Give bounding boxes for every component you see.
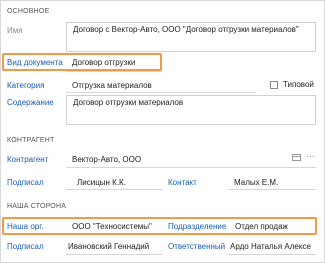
responsible-underline (228, 254, 316, 255)
our-signed-value[interactable]: Ивановский Геннадий (68, 242, 149, 251)
more-icon[interactable]: ··· (306, 151, 315, 161)
cp-signed-underline (66, 189, 162, 190)
category-label[interactable]: Категория (7, 81, 44, 90)
division-value[interactable]: Отдел продаж (235, 222, 288, 231)
responsible-value[interactable]: Ардо Наталья Алексе (230, 242, 311, 251)
doc-type-value[interactable]: Договор отгрузки (72, 58, 135, 67)
section-counterparty-title: КОНТРАГЕНТ (7, 137, 55, 144)
our-org-value[interactable]: ООО "Техносистемы" (72, 222, 152, 231)
contact-value[interactable]: Малых Е.М. (234, 178, 278, 187)
name-label: Имя (7, 26, 23, 35)
content-field-value: Договор отгрузки материалов (73, 98, 184, 107)
content-field[interactable]: Договор отгрузки материалов (66, 95, 316, 125)
typical-checkbox[interactable] (270, 81, 278, 89)
our-signed-underline (66, 254, 162, 255)
our-signed-label[interactable]: Подписал (7, 242, 44, 251)
our-org-label[interactable]: Наша орг. (7, 222, 43, 231)
contact-underline (228, 189, 316, 190)
counterparty-underline (66, 167, 316, 168)
doc-type-underline (66, 71, 162, 72)
section-our-side-title: НАША СТОРОНА (7, 203, 67, 210)
card-icon[interactable] (292, 154, 301, 161)
counterparty-value[interactable]: Вектор-Авто, ООО (72, 155, 141, 164)
name-field[interactable]: Договор с Вектор-Авто, ООО "Договор отгр… (66, 22, 316, 52)
category-value[interactable]: Отгрузка материалов (72, 81, 152, 90)
doc-type-label[interactable]: Вид документа (7, 58, 63, 67)
division-label[interactable]: Подразделение (168, 222, 226, 231)
name-field-value: Договор с Вектор-Авто, ООО "Договор отгр… (73, 25, 299, 34)
counterparty-label[interactable]: Контрагент (7, 155, 48, 164)
contact-label[interactable]: Контакт (168, 178, 197, 187)
responsible-label[interactable]: Ответственный (168, 242, 225, 251)
content-label[interactable]: Содержание (7, 98, 54, 107)
section-main-title: ОСНОВНОЕ (7, 8, 50, 15)
cp-signed-value[interactable]: Лисицын К.К. (77, 178, 126, 187)
typical-label[interactable]: Типовой (283, 80, 314, 89)
cp-signed-label[interactable]: Подписал (7, 178, 44, 187)
category-underline (66, 92, 256, 93)
